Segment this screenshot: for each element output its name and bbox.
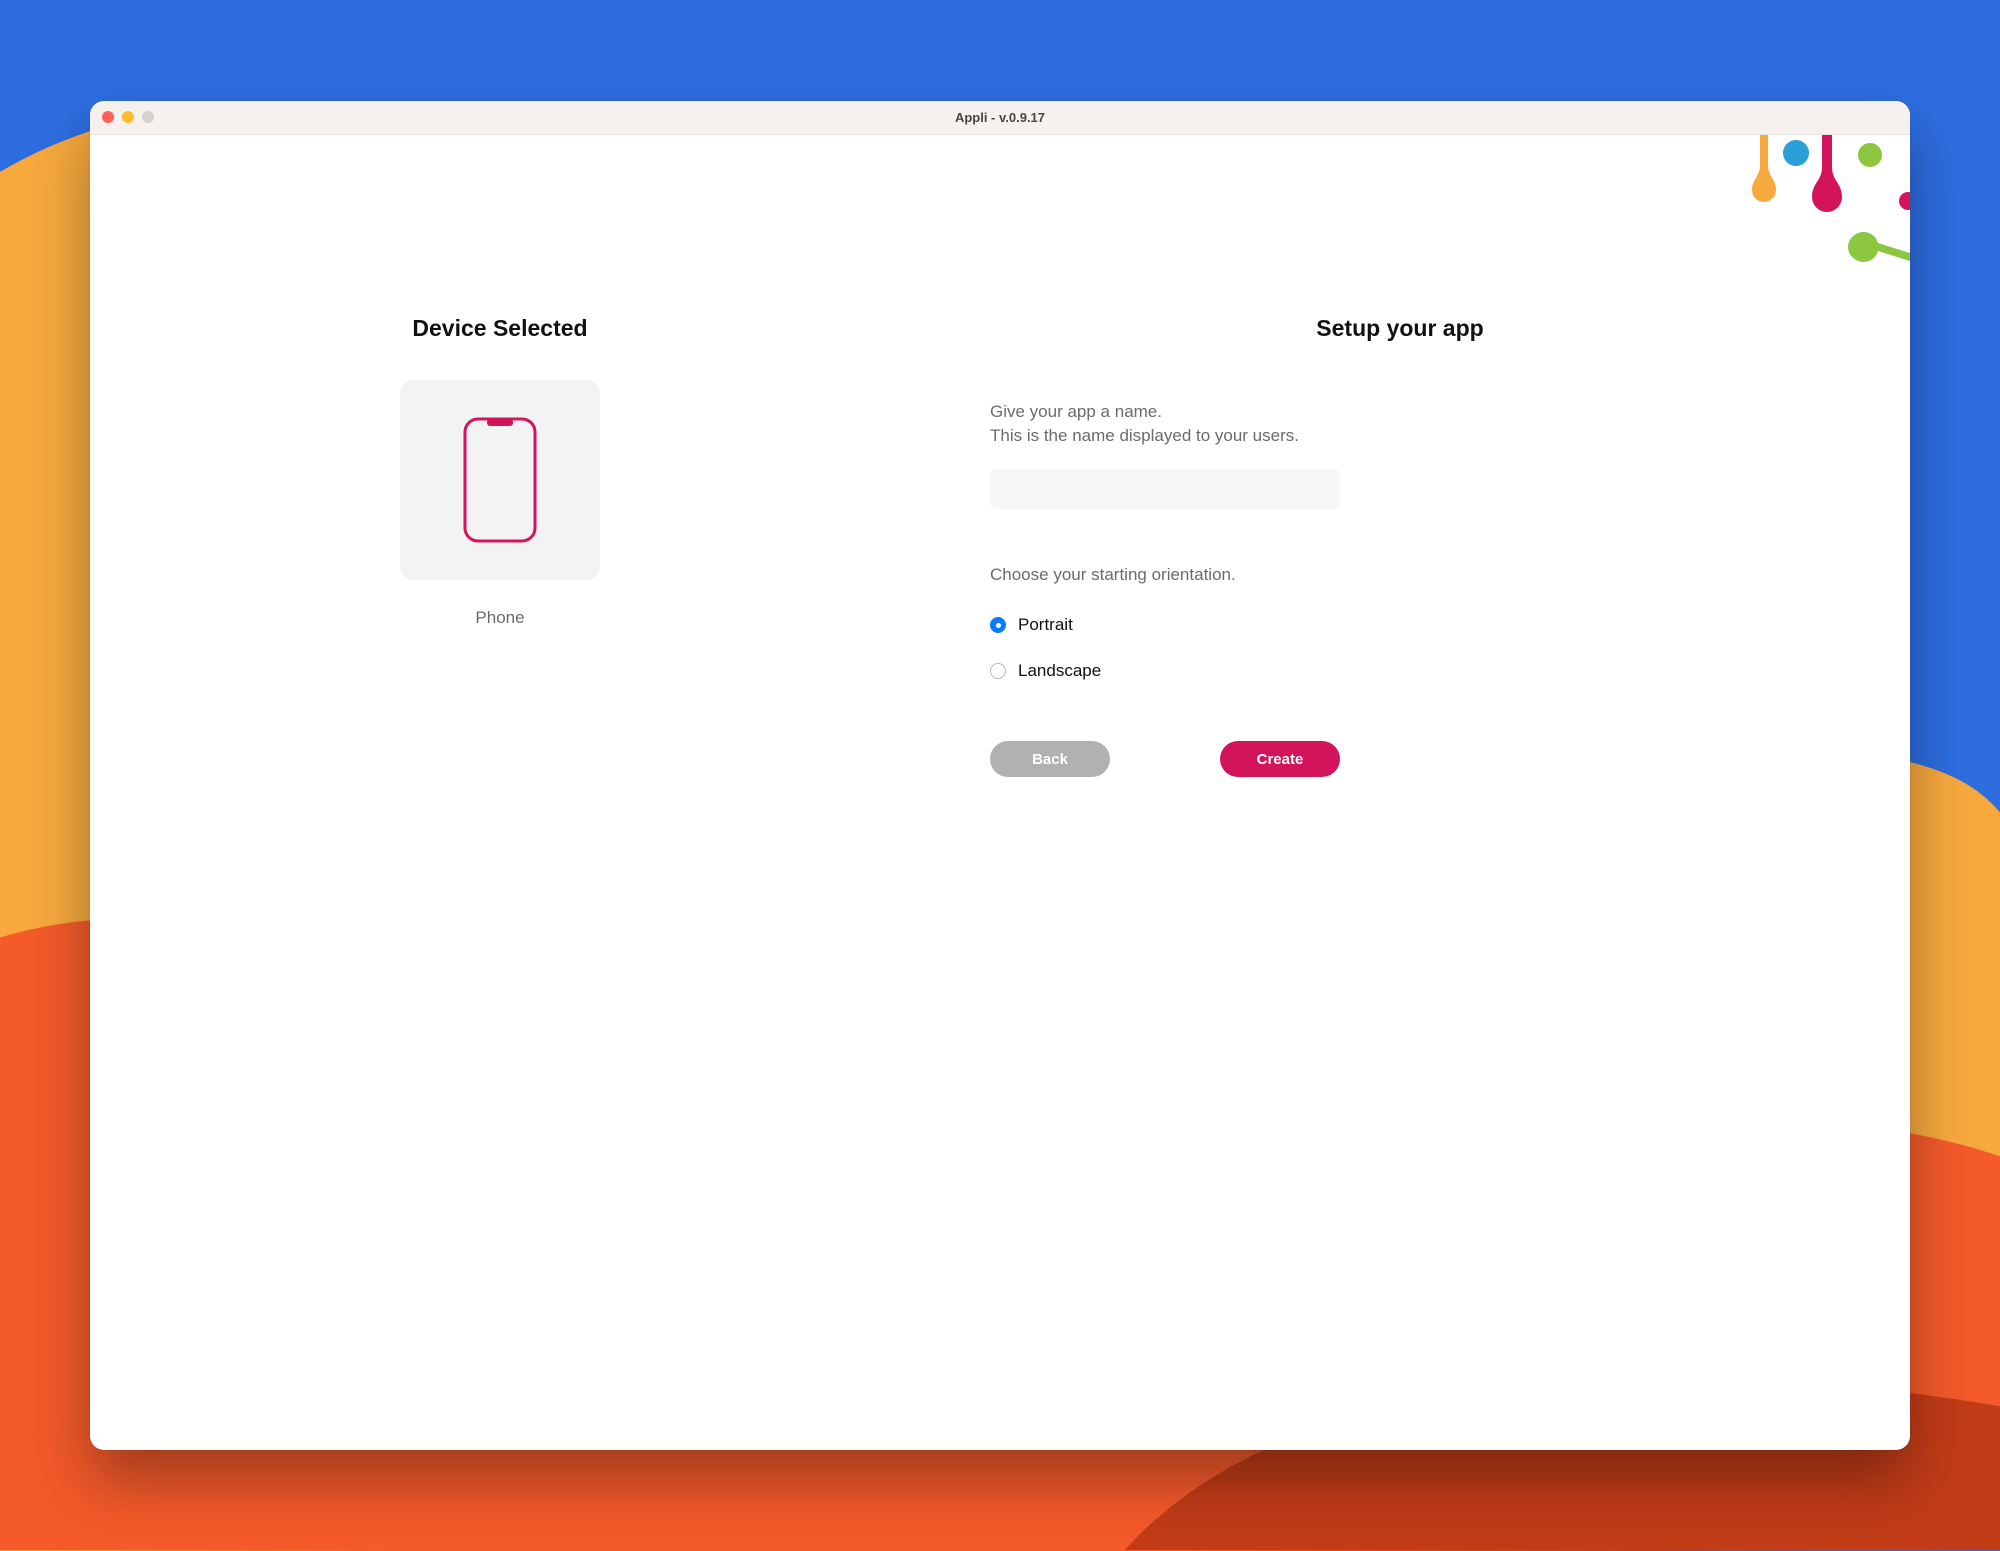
content-area: Device Selected Phone Setup your app Giv… [90,135,1910,1450]
radio-portrait[interactable] [990,617,1006,633]
device-caption: Phone [475,608,524,628]
window-controls [102,111,154,123]
button-row: Back Create [990,741,1340,777]
setup-heading: Setup your app [1316,315,1483,342]
help-line-2: This is the name displayed to your users… [990,424,1299,448]
device-tile [400,380,600,580]
device-selected-heading: Device Selected [412,315,587,342]
help-line-1: Give your app a name. [990,400,1162,424]
left-column: Device Selected Phone [90,135,910,1450]
orientation-label: Choose your starting orientation. [990,565,1236,585]
radio-portrait-label: Portrait [1018,615,1073,635]
back-button[interactable]: Back [990,741,1110,777]
radio-landscape[interactable] [990,663,1006,679]
app-name-input[interactable] [990,469,1340,509]
right-column: Setup your app Give your app a name. Thi… [910,135,1910,1450]
minimize-window-button[interactable] [122,111,134,123]
phone-icon [463,417,537,543]
radio-landscape-label: Landscape [1018,661,1101,681]
create-button[interactable]: Create [1220,741,1340,777]
orientation-portrait-option[interactable]: Portrait [990,615,1073,635]
close-window-button[interactable] [102,111,114,123]
app-window: Appli - v.0.9.17 Device Selected [90,101,1910,1450]
window-title: Appli - v.0.9.17 [90,110,1910,125]
zoom-window-button[interactable] [142,111,154,123]
titlebar: Appli - v.0.9.17 [90,101,1910,135]
orientation-landscape-option[interactable]: Landscape [990,661,1101,681]
